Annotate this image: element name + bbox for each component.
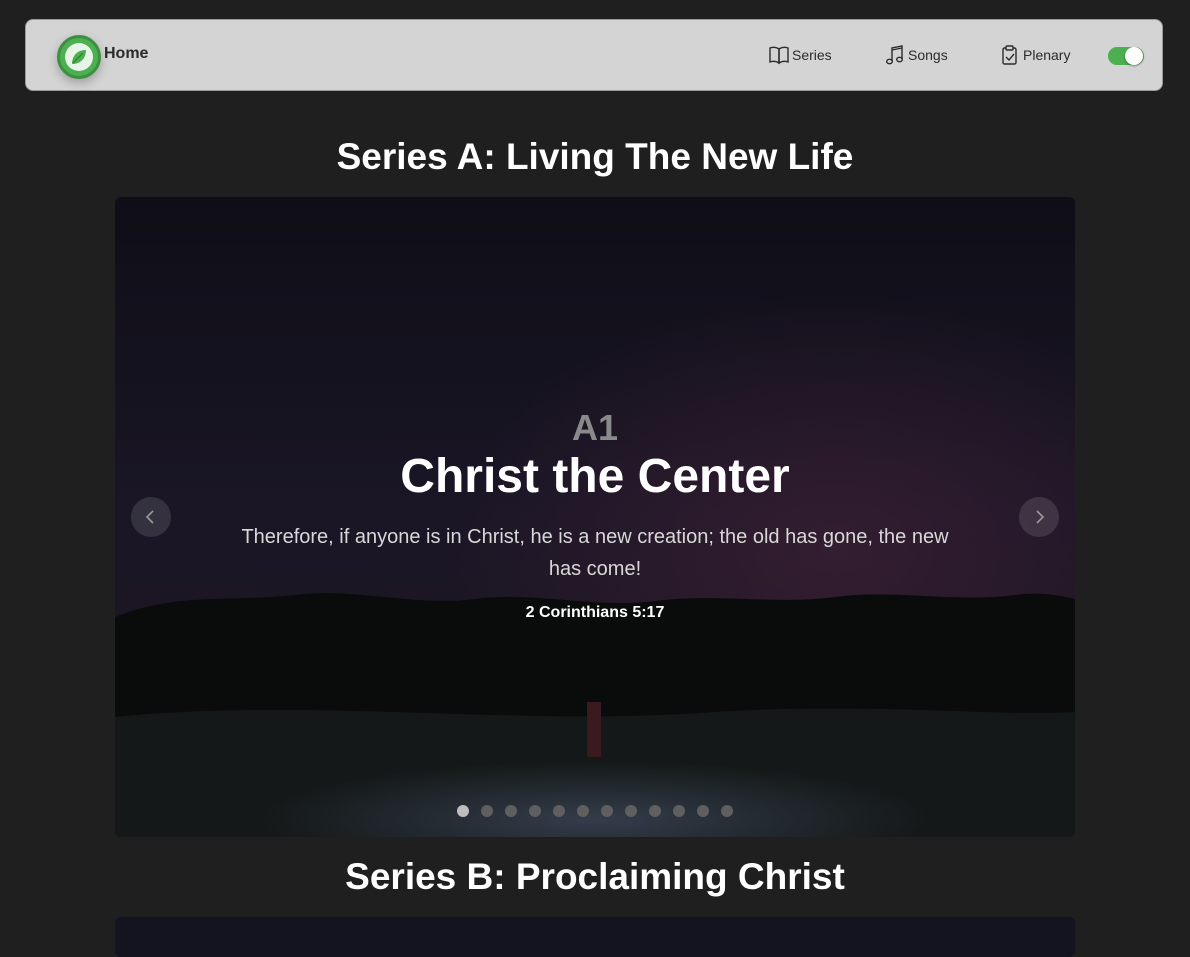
series-a-title: Series A: Living The New Life [336,136,854,177]
music-note-icon [886,45,903,65]
theme-toggle[interactable] [1108,47,1144,65]
carousel-dot[interactable] [505,805,517,817]
toggle-knob [1125,47,1143,65]
carousel-dot[interactable] [673,805,685,817]
book-open-icon [769,46,789,65]
slide-code: A1 [571,407,619,448]
carousel-dot[interactable] [577,805,589,817]
nav-series-label: Series [792,47,832,63]
leaf-logo-icon[interactable] [57,35,101,79]
series-b-title: Series B: Proclaiming Christ [345,856,845,897]
series-b-carousel [115,917,1075,957]
carousel-dot[interactable] [481,805,493,817]
logo-inner [65,43,93,71]
nav-songs-link[interactable]: Songs [884,44,948,66]
carousel-dot[interactable] [649,805,661,817]
chevron-left-icon [145,510,154,524]
carousel-dot[interactable] [625,805,637,817]
slide-reference: 2 Corinthians 5:17 [525,604,665,621]
nav-plenary-label: Plenary [1023,47,1071,63]
chevron-right-icon [1036,510,1045,524]
slide-verse: Therefore, if anyone is in Christ, he is… [241,526,949,580]
nav-series-link[interactable]: Series [768,44,832,66]
carousel-prev-button[interactable] [131,497,171,537]
carousel-next-button[interactable] [1019,497,1059,537]
nav-plenary-link[interactable]: Plenary [999,44,1070,66]
nav-songs-label: Songs [908,47,948,63]
carousel-dot[interactable] [553,805,565,817]
carousel-dot[interactable] [529,805,541,817]
carousel-dot[interactable] [697,805,709,817]
carousel-dot[interactable] [457,805,469,817]
carousel-dot[interactable] [721,805,733,817]
night-field-background-image [115,197,1075,837]
clipboard-check-icon [1002,45,1017,65]
slide-title: Christ the Center [400,450,790,503]
carousel-dot[interactable] [601,805,613,817]
leaf-icon [72,50,86,64]
top-navbar: Home Series Songs Plenary [25,19,1163,91]
carousel-pagination [115,805,1075,817]
series-a-carousel: A1 Christ the Center Therefore, if anyon… [115,197,1075,837]
home-link[interactable]: Home [104,45,148,63]
